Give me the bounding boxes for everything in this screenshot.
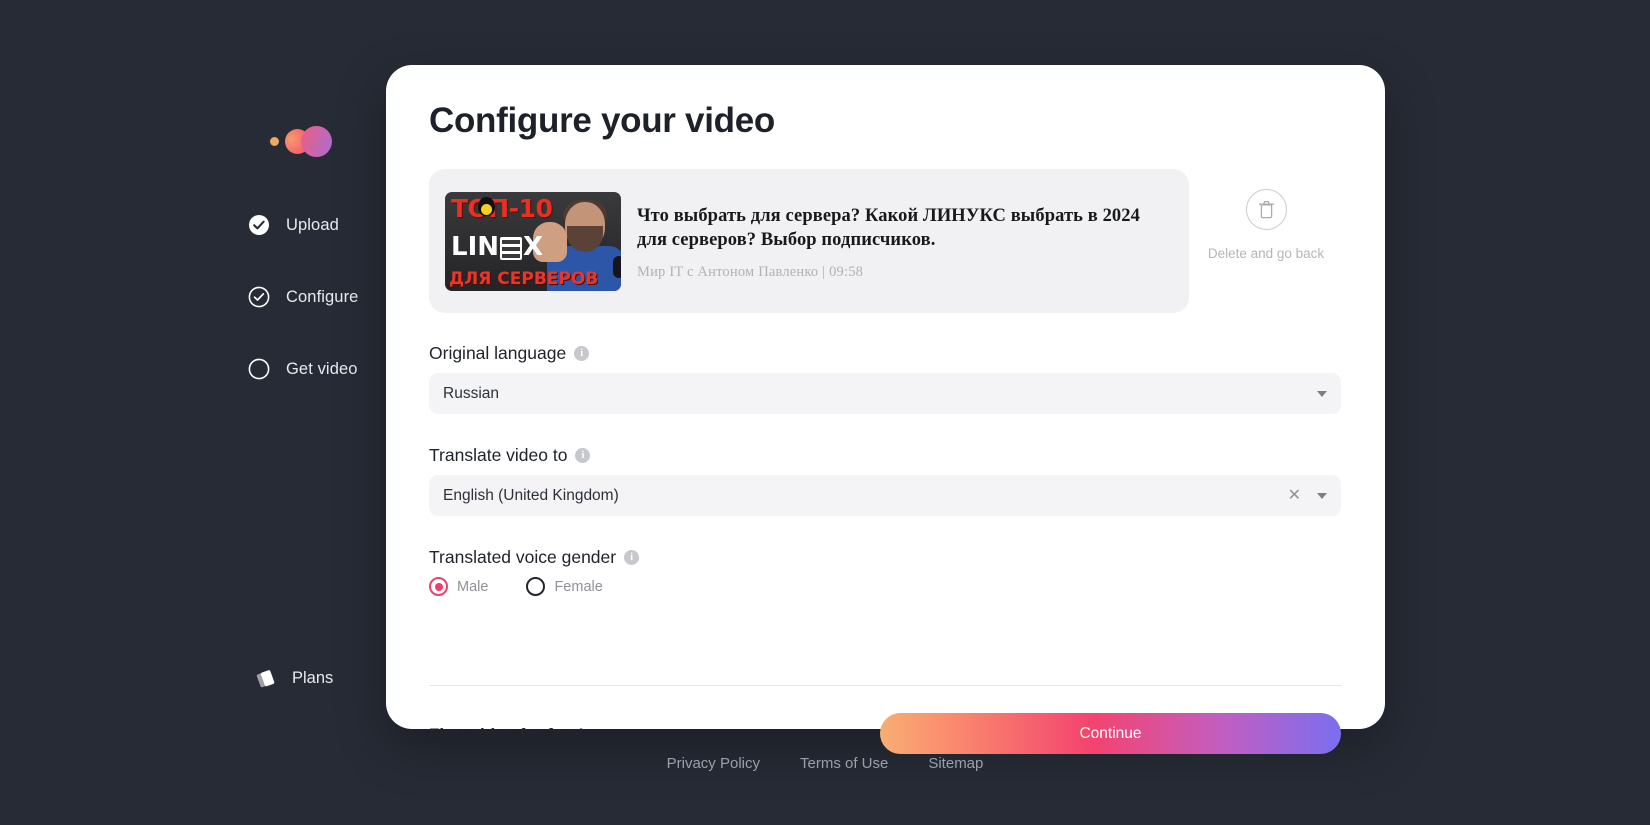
radio-male[interactable]: Male (429, 577, 488, 596)
video-thumbnail: ТОП-10 LIN X ДЛЯ СЕРВЕРОВ (445, 191, 621, 291)
voice-gender-label: Translated voice gender (429, 547, 617, 567)
video-meta: Что выбрать для сервера? Какой ЛИНУКС вы… (637, 201, 1173, 280)
logo-blob-large (301, 126, 332, 157)
info-icon[interactable]: i (575, 448, 591, 463)
field-original-language: Original language i Russian (429, 343, 1341, 414)
plans-label: Plans (292, 668, 334, 687)
dialog-divider (429, 685, 1341, 686)
voice-gender-radio-group: Male Female (429, 577, 1341, 596)
chevron-down-icon[interactable] (1317, 492, 1327, 499)
free-video-note: First video for free! (429, 725, 584, 744)
sidebar: Upload Configure Get video Plans (0, 0, 388, 825)
sidebar-item-label: Upload (286, 215, 339, 234)
video-title: Что выбрать для сервера? Какой ЛИНУКС вы… (637, 206, 1140, 250)
continue-button[interactable]: Continue (880, 713, 1341, 754)
original-language-select[interactable]: Russian (429, 373, 1341, 414)
configure-dialog: Configure your video ТОП-10 LIN X ДЛЯ СЕ… (386, 65, 1385, 754)
delete-and-go-back-label: Delete and go back (1207, 246, 1325, 261)
voice-gender-label-row: Translated voice gender i (429, 547, 1341, 568)
original-language-label-row: Original language i (429, 343, 1341, 364)
video-row: ТОП-10 LIN X ДЛЯ СЕРВЕРОВ Что выбрать дл… (429, 169, 1341, 313)
close-icon[interactable]: ✕ (1288, 487, 1301, 504)
thumbnail-bottom-text: ДЛЯ СЕРВЕРОВ (449, 268, 599, 289)
footer-link-privacy-policy[interactable]: Privacy Policy (667, 755, 760, 772)
field-translate-to: Translate video to i English (United Kin… (429, 445, 1341, 516)
chevron-down-icon[interactable] (1317, 390, 1327, 397)
translate-to-select[interactable]: English (United Kingdom) ✕ (429, 475, 1341, 516)
sidebar-item-label: Configure (286, 287, 359, 306)
server-icon (500, 236, 522, 260)
check-circle-filled-icon (248, 214, 270, 236)
video-channel-duration: Мир IT с Антоном Павленко | 09:58 (637, 263, 864, 280)
radio-female-circle (526, 577, 546, 596)
dialog-footer: First video for free! Continue (429, 713, 1341, 757)
info-icon[interactable]: i (574, 346, 590, 361)
page-title: Configure your video (429, 101, 775, 140)
video-card: ТОП-10 LIN X ДЛЯ СЕРВЕРОВ Что выбрать дл… (429, 169, 1189, 313)
linux-penguin-icon (478, 196, 495, 216)
radio-male-label: Male (457, 578, 489, 595)
logo-dot-small (270, 137, 279, 146)
field-voice-gender: Translated voice gender i Male Female (429, 547, 1341, 596)
translate-to-label-row: Translate video to i (429, 445, 1341, 466)
sidebar-item-plans[interactable]: Plans (256, 667, 333, 689)
footer-link-sitemap[interactable]: Sitemap (928, 755, 983, 772)
sidebar-item-label: Get video (286, 359, 358, 378)
empty-circle-icon (248, 358, 270, 380)
thumbnail-mid-text-end: X (523, 231, 544, 262)
page-footer: Privacy Policy Terms of Use Sitemap (0, 755, 1650, 772)
delete-and-go-back-button[interactable]: Delete and go back (1191, 189, 1341, 261)
info-icon[interactable]: i (624, 550, 640, 565)
check-circle-outline-icon (248, 286, 270, 308)
radio-male-circle (429, 577, 448, 596)
original-language-label: Original language (429, 343, 567, 363)
app-logo[interactable] (270, 126, 334, 157)
radio-female-label: Female (554, 578, 603, 595)
original-language-value: Russian (443, 384, 499, 402)
thumbnail-mid-text: LIN (451, 231, 500, 262)
trash-icon (1245, 189, 1287, 230)
footer-link-terms-of-use[interactable]: Terms of Use (800, 755, 888, 772)
translate-to-value: English (United Kingdom) (443, 486, 619, 504)
cards-icon (256, 667, 278, 689)
radio-female[interactable]: Female (526, 577, 603, 596)
thumbnail-top-text: ТОП-10 (451, 193, 553, 223)
translate-to-label: Translate video to (429, 445, 568, 465)
